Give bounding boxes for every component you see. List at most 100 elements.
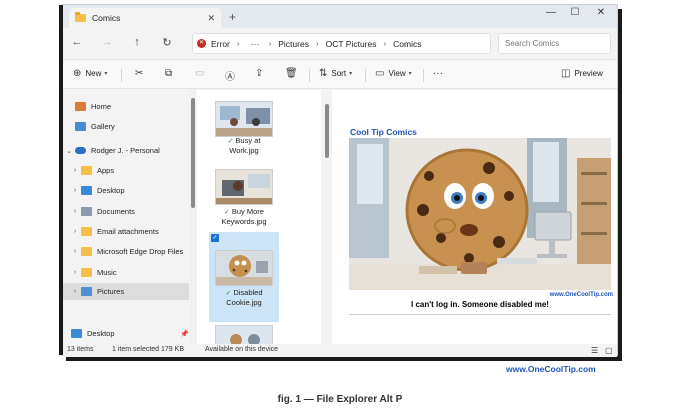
sort-icon: ⇅ [319, 68, 328, 79]
nav-item-label: Desktop [87, 329, 115, 338]
sync-check-icon: ✓ [225, 290, 232, 297]
delete-button[interactable]: 🗑 [285, 68, 302, 79]
back-button[interactable]: ← [69, 36, 85, 48]
nav-item-label: Microsoft Edge Drop Files [97, 247, 184, 256]
file-item[interactable]: ✓ Busy at Work.jpg [209, 136, 279, 158]
file-item-buy-more-keywords[interactable]: ✓ Buy More Keywords.jpg [209, 166, 279, 229]
share-button[interactable]: ⇪ [255, 68, 267, 79]
chevron-right-icon[interactable]: › [69, 167, 81, 174]
forward-button[interactable]: → [99, 36, 115, 48]
breadcrumb-error[interactable]: Error [211, 39, 230, 49]
breadcrumb-more-button[interactable]: ··· [251, 39, 260, 49]
close-tab-icon[interactable]: ✕ [207, 13, 215, 24]
paste-icon: ▭ [195, 68, 205, 79]
pictures-icon [81, 287, 92, 296]
tab-comics[interactable]: Comics ✕ [69, 8, 221, 28]
onedrive-icon [75, 147, 86, 154]
up-button[interactable]: ↑ [129, 36, 145, 48]
refresh-button[interactable]: ↻ [159, 36, 175, 49]
minimize-button[interactable]: — [539, 7, 563, 18]
trash-icon: 🗑 [285, 68, 298, 79]
nav-item-home[interactable]: Home [63, 98, 189, 115]
divider [365, 69, 366, 82]
breadcrumb-oct-pictures[interactable]: OCT Pictures [326, 39, 377, 49]
share-icon: ⇪ [255, 68, 264, 79]
nav-item-onedrive-personal[interactable]: ⌄ Rodger J. - Personal [63, 142, 189, 159]
chevron-right-icon[interactable]: › [69, 248, 81, 255]
nav-item-label: Gallery [91, 122, 115, 131]
search-input[interactable] [498, 33, 611, 54]
navigation-pane: Home Gallery ⌄ Rodger J. - Personal › Ap… [63, 90, 189, 344]
chevron-right-icon[interactable]: › [69, 269, 81, 276]
preview-pane: Cool Tip Comics www.OneCoolTip.com I can… [332, 90, 617, 344]
nav-item-documents[interactable]: › Documents [63, 203, 189, 220]
scrollbar-thumb[interactable] [325, 104, 329, 158]
home-icon [75, 102, 86, 111]
nav-item-label: Pictures [97, 287, 125, 296]
folder-icon [81, 247, 92, 256]
preview-pane-button[interactable]: ◫ Preview [561, 68, 603, 79]
file-item-disabled-cookie[interactable]: ✓ ✓ Disabled Cookie.jpg [209, 232, 279, 322]
file-explorer-window: Comics ✕ + — ☐ ✕ ← → ↑ ↻ ✕ Error › ··· ›… [59, 4, 618, 357]
breadcrumb-separator: › [315, 39, 319, 48]
nav-item-music[interactable]: › Music [63, 264, 189, 281]
chevron-right-icon[interactable]: › [69, 288, 81, 295]
nav-item-desktop-pinned[interactable]: Desktop 📌 [63, 325, 189, 342]
more-options-button[interactable]: ··· [433, 68, 443, 79]
nav-item-email-attachments[interactable]: › Email attachments [63, 223, 189, 240]
view-button[interactable]: ▭ View ▾ [375, 68, 412, 79]
breadcrumb-comics[interactable]: Comics [393, 39, 421, 49]
tab-strip: Comics ✕ + — ☐ ✕ [63, 5, 617, 28]
selected-checkbox[interactable]: ✓ [211, 234, 219, 242]
maximize-button[interactable]: ☐ [563, 7, 587, 18]
new-button[interactable]: ⊕ New ▾ [73, 68, 107, 79]
tiles-view-icon[interactable]: ▢ [605, 346, 613, 355]
plus-circle-icon: ⊕ [73, 68, 82, 79]
more-icon: ··· [433, 68, 443, 79]
desktop-icon [81, 186, 92, 195]
copy-button[interactable]: ⧉ [165, 68, 176, 79]
chevron-down-icon[interactable]: ⌄ [63, 147, 75, 155]
file-thumbnail [215, 250, 273, 286]
file-list: ✓ Busy at Work.jpg ✓ Buy More Keywords.jpg ✓… [197, 90, 321, 345]
nav-item-label: Rodger J. - Personal [91, 146, 160, 155]
folder-icon [81, 166, 92, 175]
nav-item-label: Music [97, 268, 117, 277]
file-item[interactable] [209, 98, 279, 139]
file-name: Busy at [235, 136, 261, 145]
new-tab-button[interactable]: + [229, 10, 236, 24]
rename-button[interactable]: Ⓐ [225, 68, 239, 83]
nav-item-apps[interactable]: › Apps [63, 162, 189, 179]
nav-item-pictures[interactable]: › Pictures [63, 283, 189, 300]
folder-icon [75, 12, 86, 22]
status-bar: 13 items 1 item selected 179 KB Availabl… [63, 344, 617, 357]
file-name: Keywords.jpg [221, 217, 267, 226]
sync-check-icon: ✓ [227, 138, 234, 145]
folder-icon [81, 268, 92, 277]
breadcrumb-pictures[interactable]: Pictures [278, 39, 309, 49]
preview-pane-icon: ◫ [561, 68, 571, 79]
documents-icon [81, 207, 92, 216]
chevron-right-icon[interactable]: › [69, 228, 81, 235]
sort-button[interactable]: ⇅ Sort ▾ [319, 68, 352, 79]
tab-title: Comics [92, 13, 121, 23]
file-list-scrollbar[interactable] [323, 90, 331, 344]
file-thumbnail [215, 325, 273, 345]
breadcrumb-separator: › [383, 39, 387, 48]
scrollbar-thumb[interactable] [191, 98, 195, 208]
pin-icon: 📌 [180, 330, 189, 338]
chevron-right-icon[interactable]: › [69, 187, 81, 194]
breadcrumb-separator: › [268, 39, 272, 48]
chevron-down-icon: ▾ [349, 71, 353, 77]
nav-scrollbar[interactable] [190, 90, 196, 344]
nav-item-edge-drop-files[interactable]: › Microsoft Edge Drop Files [63, 243, 189, 260]
paste-button[interactable]: ▭ [195, 68, 208, 79]
chevron-right-icon[interactable]: › [69, 208, 81, 215]
address-bar[interactable]: ✕ Error › ··· › Pictures › OCT Pictures … [192, 33, 491, 54]
nav-item-gallery[interactable]: Gallery [63, 118, 189, 135]
cut-button[interactable]: ✂ [135, 68, 147, 79]
close-window-button[interactable]: ✕ [589, 7, 613, 18]
details-view-icon[interactable]: ☰ [591, 346, 598, 355]
view-icon: ▭ [375, 68, 385, 79]
nav-item-desktop[interactable]: › Desktop [63, 182, 189, 199]
